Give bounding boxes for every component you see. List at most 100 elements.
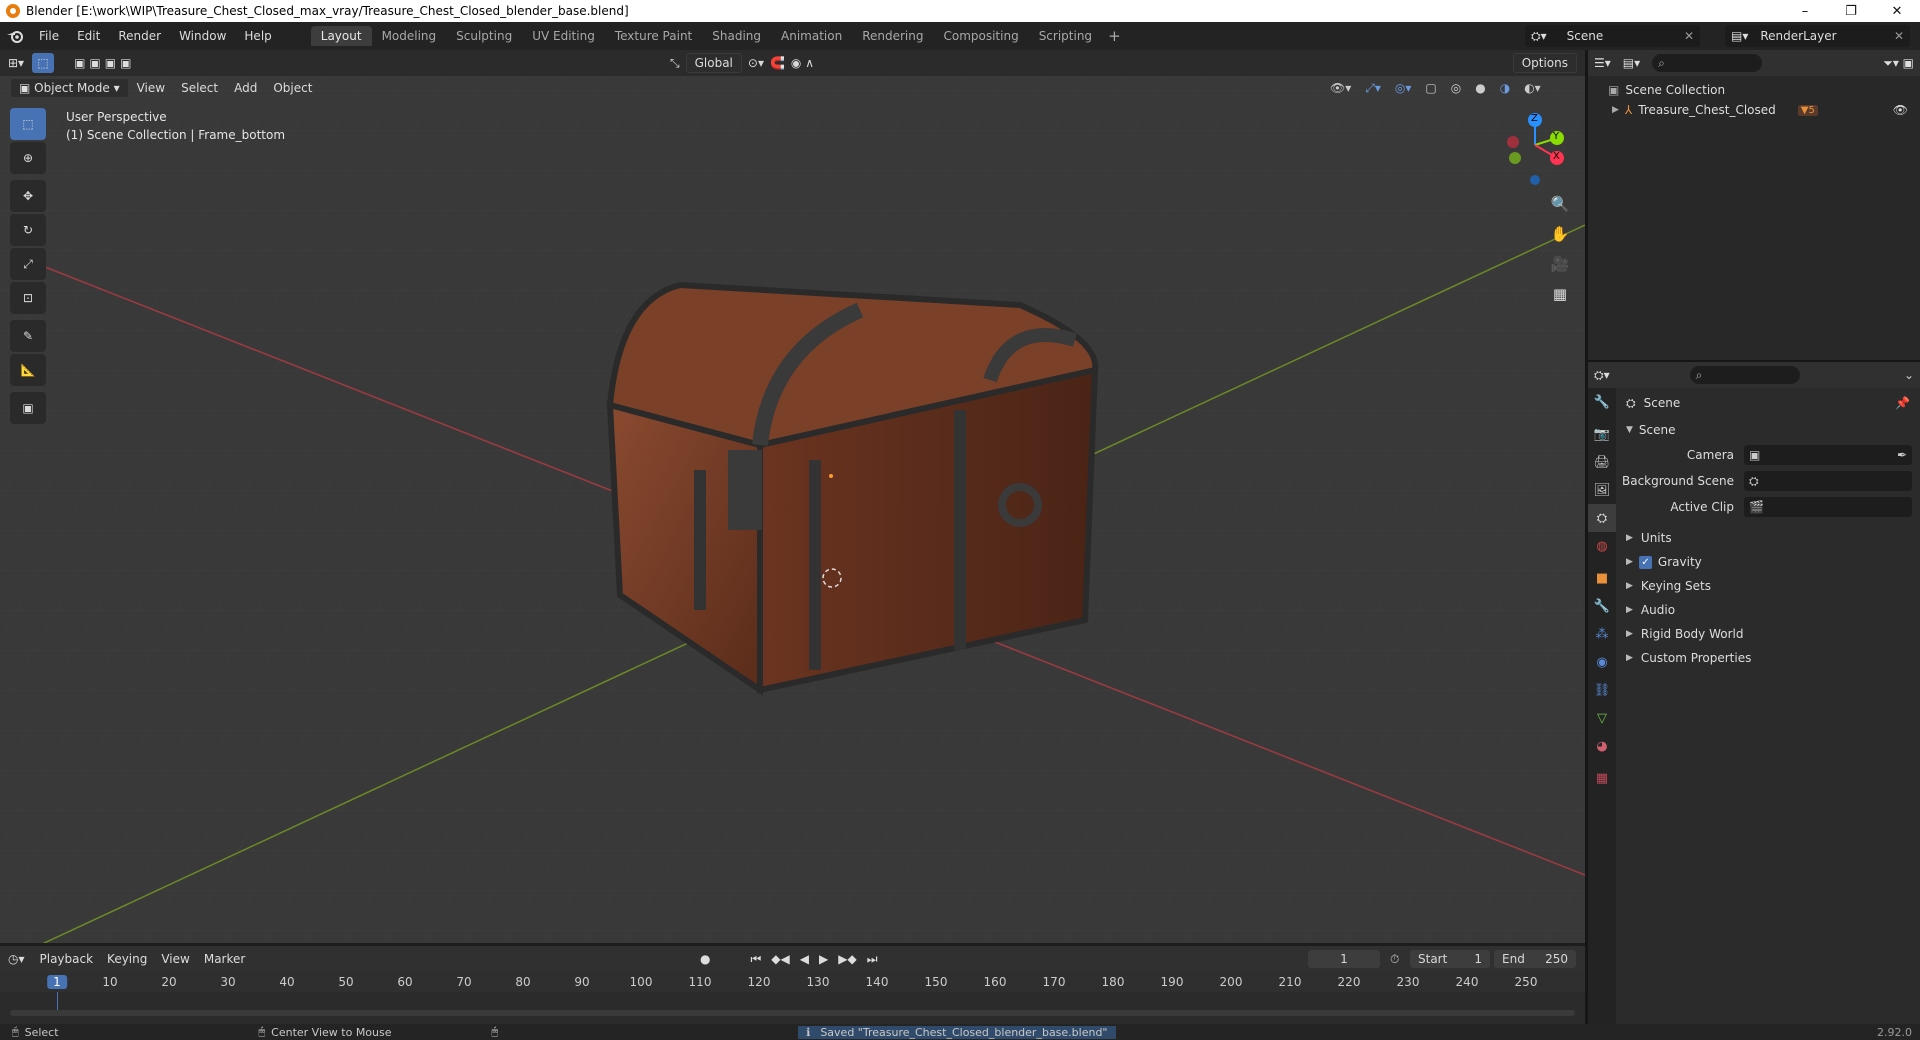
outliner-editor-type-icon[interactable]: ☰▾: [1594, 56, 1611, 70]
proportional-edit-icon[interactable]: ◉ ∧: [791, 56, 814, 70]
timeline-editor-type-icon[interactable]: ◷▾: [0, 952, 33, 966]
section-rigid-body-world[interactable]: ▶ Rigid Body World: [1616, 622, 1920, 646]
shading-wireframe-icon[interactable]: ◎: [1451, 81, 1461, 96]
menu-object[interactable]: Object: [265, 81, 320, 95]
active-clip-field[interactable]: 🎬: [1744, 497, 1912, 517]
shading-material-icon[interactable]: ◑: [1500, 81, 1510, 96]
constraints-tab-icon[interactable]: ⛓: [1588, 676, 1616, 704]
renderlayer-close-icon[interactable]: ✕: [1894, 29, 1904, 43]
display-mode-icon[interactable]: ▤▾: [1623, 56, 1640, 70]
pan-hand-icon[interactable]: ✋: [1547, 225, 1573, 255]
gizmo-toggle-icon[interactable]: ⤢▾: [1365, 81, 1381, 96]
overlay-toggle-icon[interactable]: ◎▾: [1395, 81, 1412, 96]
menu-help[interactable]: Help: [235, 29, 280, 43]
view-layer-tab-icon[interactable]: 🖼: [1588, 476, 1616, 504]
section-gravity[interactable]: ▶ ✓ Gravity: [1616, 550, 1920, 574]
next-keyframe-icon[interactable]: ▶◆: [838, 952, 856, 967]
output-tab-icon[interactable]: 🖨: [1588, 448, 1616, 476]
texture-tab-icon[interactable]: ▦: [1588, 764, 1616, 792]
options-dropdown[interactable]: Options: [1512, 53, 1577, 73]
background-scene-field[interactable]: ⛭: [1744, 471, 1912, 491]
play-icon[interactable]: ▶: [819, 952, 828, 967]
material-tab-icon[interactable]: ◕: [1588, 732, 1616, 760]
properties-editor-type-icon[interactable]: ⛭▾: [1594, 368, 1610, 383]
physics-tab-icon[interactable]: ◉: [1588, 648, 1616, 676]
xray-icon[interactable]: ▢: [1425, 81, 1436, 96]
3d-viewport[interactable]: ⊞▾ ⬚ ▣▣▣▣ ⤡ Global ⊙▾ 🧲 ◉ ∧ Options: [0, 50, 1585, 943]
scene-panel-header[interactable]: ▼ Scene: [1616, 418, 1920, 442]
tab-sculpting[interactable]: Sculpting: [446, 26, 522, 46]
object-tab-icon[interactable]: ■: [1588, 564, 1616, 592]
jump-start-icon[interactable]: ⏮: [750, 952, 761, 967]
scene-tab-icon[interactable]: ⛭: [1588, 504, 1616, 532]
current-frame-field[interactable]: 1: [1308, 950, 1380, 968]
select-mode-icons[interactable]: ▣▣▣▣: [74, 56, 135, 70]
menu-add[interactable]: Add: [226, 81, 265, 95]
tab-layout[interactable]: Layout: [310, 26, 372, 46]
renderlayer-selector[interactable]: ▤▾ RenderLayer ✕: [1725, 25, 1910, 47]
menu-view[interactable]: View: [129, 81, 173, 95]
outliner-search-input[interactable]: ⌕: [1652, 54, 1763, 72]
menu-edit[interactable]: Edit: [68, 29, 109, 43]
stopwatch-icon[interactable]: ⏱: [1390, 952, 1399, 967]
render-tab-icon[interactable]: 📷: [1588, 420, 1616, 448]
filter-icon[interactable]: ⏷▾ ▣: [1883, 56, 1914, 71]
snap-icon[interactable]: 🧲: [770, 56, 785, 70]
eyedropper-icon[interactable]: ✒: [1897, 448, 1907, 462]
section-units[interactable]: ▶ Units: [1616, 526, 1920, 550]
menu-file[interactable]: File: [30, 29, 68, 43]
start-frame-field[interactable]: Start 1: [1410, 950, 1490, 968]
record-icon[interactable]: ●: [700, 952, 710, 967]
zoom-icon[interactable]: 🔍: [1547, 195, 1573, 225]
mode-dropdown[interactable]: ▣ Object Mode ▾: [10, 78, 129, 98]
scale-icon[interactable]: ⤢: [10, 248, 46, 280]
restore-button[interactable]: ❐: [1828, 0, 1874, 22]
orientation-dropdown[interactable]: Global: [685, 53, 742, 73]
navigation-gizmo[interactable]: Z Y X: [1495, 110, 1575, 190]
outliner-item-chest[interactable]: ▶ ⅄ Treasure_Chest_Closed ▼5 👁: [1588, 100, 1920, 120]
menu-marker[interactable]: Marker: [197, 952, 252, 966]
tab-texture-paint[interactable]: Texture Paint: [605, 26, 702, 46]
menu-timeline-view[interactable]: View: [154, 952, 196, 966]
tab-rendering[interactable]: Rendering: [852, 26, 933, 46]
tab-uv-editing[interactable]: UV Editing: [522, 26, 605, 46]
tool-tab-icon[interactable]: 🔧: [1588, 388, 1616, 416]
camera-view-icon[interactable]: 🎥: [1547, 255, 1573, 285]
annotate-icon[interactable]: ✎: [10, 320, 46, 352]
camera-field[interactable]: ▣ ✒: [1744, 445, 1912, 465]
section-audio[interactable]: ▶ Audio: [1616, 598, 1920, 622]
menu-playback[interactable]: Playback: [33, 952, 101, 966]
eye-visibility-icon[interactable]: 👁: [1893, 103, 1908, 117]
properties-options-icon[interactable]: ⌄: [1904, 368, 1914, 382]
timeline-scrollbar[interactable]: [10, 1010, 1575, 1016]
menu-render[interactable]: Render: [109, 29, 170, 43]
scene-selector[interactable]: ⛭▾ Scene ✕: [1525, 25, 1700, 47]
section-custom-properties[interactable]: ▶ Custom Properties: [1616, 646, 1920, 670]
menu-select[interactable]: Select: [173, 81, 226, 95]
add-workspace-icon[interactable]: +: [1102, 27, 1127, 45]
menu-keying[interactable]: Keying: [100, 952, 154, 966]
modifier-tab-icon[interactable]: 🔧: [1588, 592, 1616, 620]
tab-compositing[interactable]: Compositing: [933, 26, 1028, 46]
tab-scripting[interactable]: Scripting: [1029, 26, 1102, 46]
select-box-icon[interactable]: ⬚: [10, 108, 46, 140]
properties-search-input[interactable]: ⌕: [1689, 366, 1800, 384]
section-keying-sets[interactable]: ▶ Keying Sets: [1616, 574, 1920, 598]
world-tab-icon[interactable]: ◍: [1588, 532, 1616, 560]
tab-animation[interactable]: Animation: [771, 26, 852, 46]
playhead-frame[interactable]: 1: [47, 975, 67, 989]
end-frame-field[interactable]: End 250: [1494, 950, 1576, 968]
frame-ruler[interactable]: 1 10 20 30 40 50 60 70 80 90 100 110 120…: [0, 972, 1585, 992]
prev-keyframe-icon[interactable]: ◆◀: [771, 952, 789, 967]
rotate-icon[interactable]: ↻: [10, 214, 46, 246]
tab-shading[interactable]: Shading: [702, 26, 771, 46]
gravity-checkbox[interactable]: ✓: [1638, 555, 1652, 569]
add-cube-icon[interactable]: ▣: [10, 392, 46, 424]
particles-tab-icon[interactable]: ⁂: [1588, 620, 1616, 648]
data-tab-icon[interactable]: ▽: [1588, 704, 1616, 732]
pivot-icon[interactable]: ⊙▾: [748, 56, 764, 70]
close-button[interactable]: ✕: [1874, 0, 1920, 22]
visibility-icon[interactable]: 👁▾: [1330, 81, 1351, 96]
measure-icon[interactable]: 📐: [10, 354, 46, 386]
menu-window[interactable]: Window: [170, 29, 235, 43]
